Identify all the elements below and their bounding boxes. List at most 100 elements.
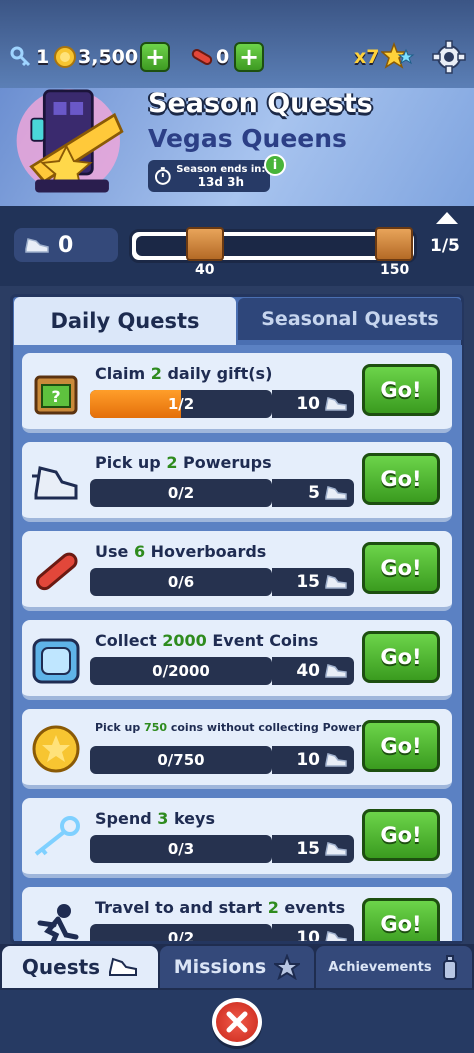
tab-missions[interactable]: Missions	[160, 946, 314, 988]
quest-reward-value: 10	[296, 928, 320, 941]
quest-reward-value: 15	[296, 572, 320, 592]
quest-go-button[interactable]: Go!	[362, 898, 440, 941]
quest-title-text: Travel to and start	[95, 898, 268, 917]
quest-reward: 15	[272, 835, 354, 863]
reward-crate-icon[interactable]	[375, 227, 413, 261]
quest-reward: 10	[272, 746, 354, 774]
quest-reward: 10	[272, 390, 354, 418]
quest-list[interactable]: ? Claim 2 daily gift(s) 1/2 10 Go! Pick up 2 …	[14, 345, 462, 941]
multiplier-value: x7	[354, 46, 380, 68]
sneaker-token-icon	[325, 931, 347, 941]
quest-target-number: 750	[144, 721, 168, 734]
quest-title: Claim 2 daily gift(s)	[95, 364, 272, 383]
quest-reward: 10	[272, 924, 354, 941]
quest-go-button[interactable]: Go!	[362, 720, 440, 772]
quest-progress-bar: 0/3	[90, 835, 272, 863]
hoverboard-icon	[36, 552, 78, 591]
multiplier-counter: x7	[354, 42, 415, 72]
hoverboard-icon	[191, 49, 213, 65]
season-page-counter: 1/5	[430, 236, 460, 256]
quest-reward: 40	[272, 657, 354, 685]
event-coin-icon	[32, 638, 80, 684]
quest-target-number: 2	[267, 898, 279, 917]
add-coins-button[interactable]: +	[140, 42, 170, 72]
page-title: Season Quests	[148, 88, 373, 119]
quest-card: Collect 2000 Event Coins 0/2000 40 Go!	[22, 620, 452, 700]
runner-icon	[37, 904, 79, 941]
page-up-arrow-icon[interactable]	[436, 212, 458, 224]
tab-achievements[interactable]: Achievements	[316, 946, 472, 988]
quest-card: Travel to and start 2 events 0/2 10 Go!	[22, 887, 452, 941]
quest-title-text: Event Coins	[206, 631, 319, 650]
quest-go-button[interactable]: Go!	[362, 364, 440, 416]
quest-title: Travel to and start 2 events	[95, 898, 345, 917]
quest-progress-bar: 0/2000	[90, 657, 272, 685]
sneaker-token-icon	[325, 486, 347, 500]
quest-title: Pick up 750 coins without collecting Pow…	[95, 721, 383, 734]
milestone-1-value: 40	[195, 262, 215, 278]
quest-title-text: Collect	[95, 631, 163, 650]
quest-go-button[interactable]: Go!	[362, 453, 440, 505]
quest-reward-value: 5	[308, 483, 320, 503]
quest-reward-value: 15	[296, 839, 320, 859]
quest-reward: 15	[272, 568, 354, 596]
add-hoverboards-button[interactable]: +	[234, 42, 264, 72]
season-token-count: 0	[58, 232, 74, 258]
coins-counter: 3,500	[54, 42, 138, 72]
quest-title-text: Powerups	[177, 453, 272, 472]
quest-go-button[interactable]: Go!	[362, 542, 440, 594]
sneaker-token-icon	[325, 842, 347, 856]
keys-count: 1	[36, 46, 50, 68]
quest-card: Spend 3 keys 0/3 15 Go!	[22, 798, 452, 878]
quest-title-text: coins without collecting Powerups	[167, 721, 384, 734]
quest-title-text: daily gift(s)	[161, 364, 273, 383]
quest-title-text: Claim	[95, 364, 151, 383]
quest-title: Use 6 Hoverboards	[95, 542, 266, 561]
sneaker-token-icon	[325, 664, 347, 678]
quest-title: Spend 3 keys	[95, 809, 215, 828]
tab-seasonal-quests[interactable]: Seasonal Quests	[238, 298, 462, 340]
keys-counter: 1	[10, 42, 49, 72]
quest-progress-label: 0/3	[167, 840, 195, 858]
vegas-trophy-icon	[16, 89, 124, 193]
close-icon	[226, 1011, 248, 1033]
star-icon	[274, 954, 301, 980]
quest-progress-bar: 1/2	[90, 390, 272, 418]
sneaker-token-icon	[25, 238, 49, 253]
settings-gear-icon[interactable]	[432, 40, 466, 74]
hoverboards-count: 0	[216, 46, 230, 68]
quest-reward-value: 10	[296, 394, 320, 414]
close-button[interactable]	[212, 998, 262, 1046]
season-timer: Season ends in: 13d 3h	[148, 160, 270, 192]
tab-quests[interactable]: Quests	[2, 946, 158, 988]
quest-card: Pick up 750 coins without collecting Pow…	[22, 709, 452, 789]
info-button[interactable]: i	[264, 154, 286, 176]
star-multiplier-icon	[381, 42, 415, 69]
quest-progress-bar: 0/6	[90, 568, 272, 596]
quest-progress-label: 0/2	[167, 484, 195, 502]
hoverboards-counter: 0	[190, 42, 229, 72]
quest-title-text: Spend	[95, 809, 158, 828]
tab-daily-quests[interactable]: Daily Quests	[14, 297, 236, 345]
season-token-counter: 0	[14, 228, 118, 262]
tab-achievements-label: Achievements	[328, 959, 432, 975]
quest-title: Collect 2000 Event Coins	[95, 631, 318, 650]
quest-title: Pick up 2 Powerups	[95, 453, 272, 472]
tab-quests-label: Quests	[21, 955, 101, 979]
quest-reward-value: 10	[296, 750, 320, 770]
tab-missions-label: Missions	[173, 956, 267, 978]
sneaker-icon	[109, 957, 138, 976]
quest-title-text: Use	[95, 542, 134, 561]
key-icon	[34, 816, 80, 856]
quest-progress-label: 0/750	[157, 751, 205, 769]
quest-progress-label: 0/6	[167, 573, 195, 591]
gold-coin-icon	[32, 725, 80, 773]
spray-can-icon	[442, 955, 457, 980]
reward-crate-icon[interactable]	[186, 227, 224, 261]
quest-progress-bar: 0/2	[90, 924, 272, 941]
quest-card: ? Claim 2 daily gift(s) 1/2 10 Go!	[22, 353, 452, 433]
quest-go-button[interactable]: Go!	[362, 809, 440, 861]
quest-go-button[interactable]: Go!	[362, 631, 440, 683]
milestone-2-value: 150	[380, 262, 410, 278]
quest-card: Use 6 Hoverboards 0/6 15 Go!	[22, 531, 452, 611]
